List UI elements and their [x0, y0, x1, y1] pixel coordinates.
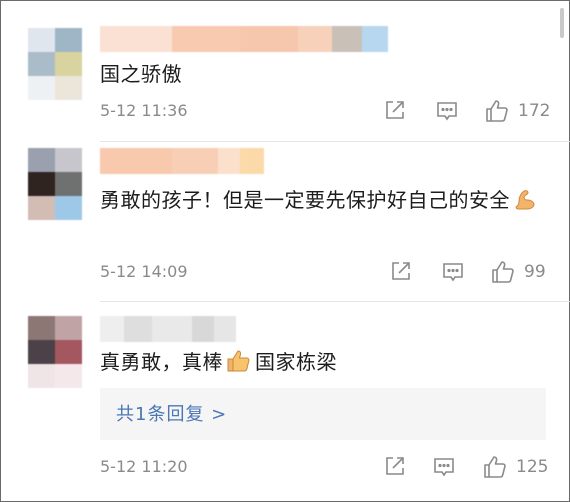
- comment-button[interactable]: [435, 99, 459, 123]
- thumbs-up-icon: [227, 350, 250, 372]
- comment-text-content: 勇敢的孩子！但是一定要先保护好自己的安全: [100, 188, 510, 212]
- username-mosaic-block: [172, 148, 218, 174]
- avatar[interactable]: [28, 316, 82, 390]
- comment-text: 勇敢的孩子！但是一定要先保护好自己的安全: [100, 184, 560, 216]
- username-mosaic-block: [218, 148, 240, 174]
- username-mosaic-block: [332, 26, 362, 52]
- comment-date: 5-12 11:20: [100, 457, 188, 476]
- share-button[interactable]: [384, 99, 406, 121]
- comment-date: 5-12 14:09: [100, 262, 188, 281]
- username-mosaic-block: [100, 148, 172, 174]
- username-blurred[interactable]: [100, 26, 388, 52]
- flexed-biceps-icon: [515, 190, 535, 210]
- comment-icon: [443, 263, 463, 282]
- username-mosaic-block: [214, 316, 236, 342]
- like-button[interactable]: 172: [484, 98, 550, 124]
- like-button[interactable]: 99: [490, 259, 546, 285]
- username-mosaic-block: [240, 148, 264, 174]
- share-icon: [392, 262, 410, 280]
- share-icon: [386, 101, 404, 119]
- like-count: 99: [524, 262, 546, 282]
- comment-text-content: 国之骄傲: [100, 62, 182, 86]
- username-mosaic-block: [192, 316, 214, 342]
- username-mosaic-block: [240, 26, 298, 52]
- avatar[interactable]: [28, 28, 82, 102]
- share-button[interactable]: [390, 260, 412, 282]
- username-mosaic-block: [362, 26, 388, 52]
- comment-button[interactable]: [432, 455, 456, 479]
- comment-text: 国之骄傲: [100, 58, 560, 90]
- like-button[interactable]: 125: [482, 454, 548, 480]
- reply-summary[interactable]: 共1条回复 >: [100, 388, 546, 440]
- like-count: 125: [516, 457, 549, 477]
- share-icon: [386, 457, 404, 475]
- comment-item: 勇敢的孩子！但是一定要先保护好自己的安全 5-12 14:09 99: [0, 142, 570, 302]
- comment-item: 真勇敢，真棒 国家栋梁 共1条回复 > 5-12 11:20 125: [0, 302, 570, 502]
- like-icon: [492, 261, 514, 283]
- comment-text: 真勇敢，真棒 国家栋梁: [100, 346, 560, 378]
- comment-item: 国之骄傲 5-12 11:36 172: [0, 0, 570, 142]
- username-mosaic-block: [100, 316, 124, 342]
- username-blurred[interactable]: [100, 148, 264, 174]
- username-mosaic-block: [298, 26, 332, 52]
- reply-summary-label[interactable]: 共1条回复 >: [116, 400, 227, 426]
- username-mosaic-block: [100, 26, 172, 52]
- username-mosaic-block: [152, 316, 192, 342]
- like-count: 172: [518, 101, 551, 121]
- like-icon: [484, 456, 506, 478]
- comment-date: 5-12 11:36: [100, 101, 188, 120]
- username-mosaic-block: [124, 316, 152, 342]
- share-button[interactable]: [384, 455, 406, 477]
- comment-button[interactable]: [441, 260, 465, 284]
- username-mosaic-block: [172, 26, 240, 52]
- comment-text-content: 真勇敢，真棒: [100, 350, 223, 374]
- like-icon: [486, 100, 508, 122]
- comment-icon: [437, 102, 457, 121]
- username-blurred[interactable]: [100, 316, 236, 342]
- comment-icon: [434, 458, 454, 477]
- avatar[interactable]: [28, 148, 82, 222]
- comment-text-suffix: 国家栋梁: [255, 350, 337, 374]
